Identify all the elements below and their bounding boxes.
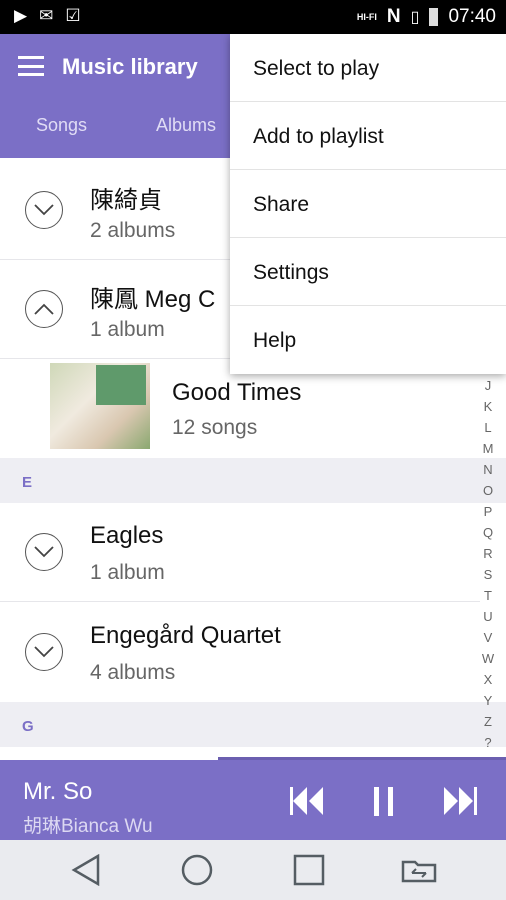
hifi-icon: HI-FI (356, 12, 377, 22)
tab-songs[interactable]: Songs (36, 115, 87, 136)
nfc-icon: N (386, 6, 401, 27)
song-count: 12 songs (172, 416, 258, 439)
play-icon: ▶ (14, 6, 28, 25)
status-bar: ▶ ✉ ☑ HI-FI N ▯ 07:40 (0, 0, 506, 34)
artist-row[interactable]: Eagles 1 album (0, 503, 480, 602)
index-letter[interactable]: P (480, 501, 496, 522)
clipboard-check-icon: ☑ (65, 6, 81, 25)
tab-albums[interactable]: Albums (156, 115, 216, 136)
track-title: Mr. So (23, 778, 93, 805)
index-letter[interactable]: V (480, 627, 496, 648)
index-letter[interactable]: Z (480, 711, 496, 732)
index-letter[interactable]: J (480, 375, 496, 396)
gmail-icon: ✉ (39, 6, 54, 25)
mini-player[interactable]: Mr. So 胡琳Bianca Wu (0, 757, 506, 840)
chevron-down-icon[interactable] (25, 191, 63, 229)
home-icon[interactable] (181, 854, 213, 891)
artist-name: Engegård Quartet (90, 622, 281, 649)
page-title: Music library (62, 54, 198, 79)
overflow-menu: Select to play Add to playlist Share Set… (230, 34, 506, 374)
chevron-down-icon[interactable] (25, 633, 63, 671)
album-count: 1 album (90, 561, 165, 584)
index-letter[interactable]: U (480, 606, 496, 627)
chevron-down-icon[interactable] (25, 533, 63, 571)
menu-item-share[interactable]: Share (230, 170, 506, 238)
index-letter[interactable]: R (480, 543, 496, 564)
hamburger-menu-icon[interactable] (18, 56, 44, 76)
artist-name: 陳綺貞 (90, 187, 162, 214)
artist-name: 陳鳳 Meg C (90, 286, 216, 313)
back-icon[interactable] (71, 853, 101, 891)
section-header-g: G (0, 702, 506, 747)
next-icon[interactable] (443, 786, 479, 816)
previous-icon[interactable] (289, 786, 325, 816)
index-letter[interactable]: X (480, 669, 496, 690)
section-header-e: E (0, 458, 506, 503)
track-artist: 胡琳Bianca Wu (23, 816, 153, 837)
index-letter[interactable]: ? (480, 732, 496, 753)
menu-item-add-to-playlist[interactable]: Add to playlist (230, 102, 506, 170)
battery-icon (429, 8, 439, 26)
album-title: Good Times (172, 379, 302, 406)
index-letter[interactable]: N (480, 459, 496, 480)
clock: 07:40 (448, 6, 496, 27)
index-letter[interactable]: L (480, 417, 496, 438)
index-letter[interactable]: O (480, 480, 496, 501)
menu-item-select-to-play[interactable]: Select to play (230, 34, 506, 102)
index-letter[interactable]: T (480, 585, 496, 606)
index-letter[interactable]: M (480, 438, 496, 459)
album-count: 1 album (90, 318, 165, 341)
index-letter[interactable]: Q (480, 522, 496, 543)
recents-icon[interactable] (293, 854, 325, 891)
menu-item-settings[interactable]: Settings (230, 238, 506, 306)
pause-icon[interactable] (373, 786, 395, 816)
menu-item-help[interactable]: Help (230, 306, 506, 374)
album-art (50, 363, 150, 449)
alphabet-index-scrollbar[interactable]: J K L M N O P Q R S T U V W X Y Z? (480, 375, 496, 753)
artist-name: Eagles (90, 522, 164, 549)
chevron-up-icon[interactable] (25, 290, 63, 328)
album-count: 2 albums (90, 219, 176, 242)
album-count: 4 albums (90, 661, 176, 684)
artist-row[interactable]: Engegård Quartet 4 albums (0, 603, 480, 702)
index-letter[interactable]: S (480, 564, 496, 585)
dual-window-icon[interactable] (400, 856, 438, 889)
index-letter[interactable]: K (480, 396, 496, 417)
index-letter[interactable]: Y (480, 690, 496, 711)
index-letter[interactable]: W (480, 648, 496, 669)
playback-progress[interactable] (0, 757, 506, 760)
navigation-bar (0, 840, 506, 900)
no-sim-icon: ▯ (410, 9, 420, 26)
